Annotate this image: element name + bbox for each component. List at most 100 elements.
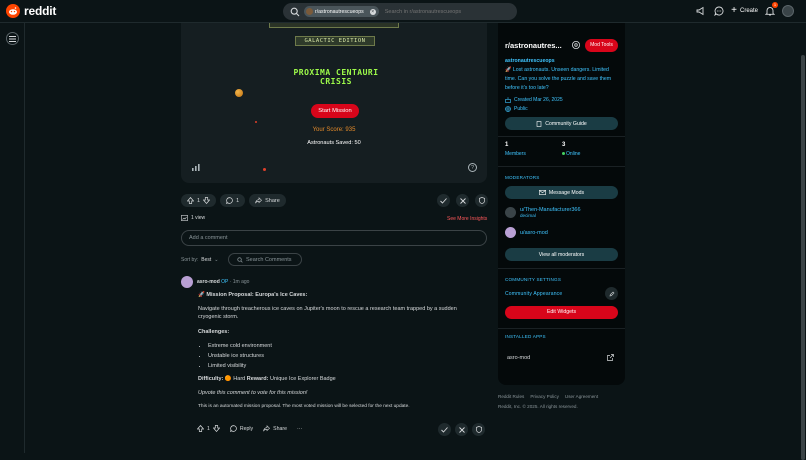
comment-vote-count: 1 [207,425,210,432]
community-description: 🚀 Lost astronauts. Unseen dangers. Limit… [505,67,612,91]
moderator-item[interactable]: u/Then-Manufacturer366 decimal [505,207,581,218]
menu-icon [9,35,16,42]
divider [498,328,625,329]
vote-prompt: Upvote this comment to vote for this mis… [198,390,308,396]
challenges-list: Extreme cold environment Unstable ice st… [198,342,478,370]
community-guide-button[interactable]: Community Guide [505,117,618,130]
reply-button[interactable]: Reply [229,425,254,432]
add-comment-input[interactable]: Add a comment [181,230,487,246]
created-date: Created Mar 26, 2025 [505,97,563,103]
op-badge: OP [221,279,229,285]
footer-link-privacy[interactable]: Privacy Policy [530,394,559,399]
planet-orange [235,89,243,97]
book-icon [536,120,542,127]
comments-button[interactable]: 1 [220,194,246,207]
scrollbar[interactable] [800,23,806,460]
notifications-button[interactable]: 1 [764,2,778,17]
advertise-icon[interactable] [695,5,707,17]
vote-control: 1 [181,194,217,207]
approve-button[interactable] [438,423,451,436]
list-item: Unstable ice structures [208,352,478,360]
edit-widgets-button[interactable]: Edit Widgets [505,306,618,319]
remove-button[interactable] [455,423,468,436]
subreddit-filter-chip[interactable]: r/astronautrescueops × [304,6,379,17]
see-more-insights-link[interactable]: See More Insights [447,216,487,222]
reddit-logo[interactable]: reddit [6,4,56,18]
search-comments-label: Search Comments [246,256,292,263]
search-icon [290,7,300,16]
moderator-item[interactable]: u/asro-mod [505,227,548,238]
members-count: 1 [505,142,509,148]
downvote-icon[interactable] [212,425,220,432]
mission-description: Navigate through treacherous ice caves o… [198,306,457,320]
avatar[interactable] [181,276,193,288]
upvote-icon[interactable] [187,197,194,204]
difficulty-value: 🟠 Hard [224,376,246,382]
downvote-icon[interactable] [203,197,211,204]
search-comments-button[interactable]: Search Comments [228,253,302,266]
moderator-name: u/asro-mod [520,229,548,236]
remove-button[interactable] [456,194,469,207]
mod-tools-button[interactable]: Mod Tools [585,39,618,52]
sort-value: Best [201,257,212,263]
edit-appearance-button[interactable] [605,287,618,300]
top-right-actions: + Create 1 [695,2,794,17]
visibility: Public [505,106,528,112]
visibility-text: Public [514,106,528,112]
scrollbar-thumb[interactable] [801,55,805,460]
comment-mod-actions [438,423,485,436]
message-mods-button[interactable]: Message Mods [505,186,618,199]
mission-title: 🚀 Mission Proposal: Europa's Ice Caves: [198,292,308,298]
upvote-icon[interactable] [197,425,204,432]
close-icon [459,197,466,204]
difficulty-line: Difficulty: 🟠 Hard Reward: Unique Ice Ex… [198,375,478,383]
comment-action-bar: 1 Reply Share ··· [197,425,302,432]
insights-icon [181,215,188,221]
chat-icon[interactable] [713,5,725,17]
star-red-2 [263,168,266,171]
reward-value: Unique Ice Explorer Badge [269,376,336,382]
moderator-flair: decimal [520,213,536,218]
check-icon [441,426,448,433]
user-avatar[interactable] [782,5,794,17]
post-mod-actions [437,194,488,207]
comment-share-button[interactable]: Share [263,425,287,432]
search-input[interactable] [384,8,505,15]
footer-link-agreement[interactable]: User Agreement [565,394,598,399]
more-options-button[interactable]: ··· [297,426,302,432]
external-link-icon[interactable] [607,354,614,361]
subreddit-avatar [306,8,313,15]
installed-app-name[interactable]: asro-mod [507,355,530,361]
edition-badge: GALACTIC EDITION [295,36,375,46]
clear-chip-icon[interactable]: × [369,8,376,15]
sidebar-toggle-button[interactable] [6,32,19,45]
view-count-text: 1 view [191,215,206,221]
comment-author[interactable]: asro-mod [197,279,220,285]
view-all-moderators-button[interactable]: View all moderators [505,248,618,261]
installed-apps-heading: INSTALLED APPS [505,334,546,339]
share-label: Share [265,197,280,204]
members-label: Members [505,151,526,157]
community-guide-label: Community Guide [545,120,587,127]
mod-shield-button[interactable] [475,194,488,207]
approve-button[interactable] [437,194,450,207]
sort-control[interactable]: Sort by: Best ⌄ [181,257,218,263]
create-button[interactable]: + Create [731,5,758,16]
reply-label: Reply [239,425,254,432]
footer-link-rules[interactable]: Reddit Rules [498,394,524,399]
comment-icon [229,425,237,432]
start-mission-button[interactable]: Start Mission [311,104,359,118]
plus-icon: + [731,5,737,16]
list-item: Limited visibility [208,362,478,370]
share-button[interactable]: Share [249,194,286,207]
reward-label: Reward: [246,376,269,382]
view-count: 1 view [181,215,205,221]
help-icon[interactable]: ? [468,163,477,172]
leaderboard-icon[interactable] [192,164,200,171]
sort-label: Sort by: [181,257,199,263]
gear-icon[interactable] [571,40,581,50]
comment-share-label: Share [273,425,287,432]
mod-shield-button[interactable] [472,423,485,436]
game-embed[interactable]: GALACTIC EDITION PROXIMA CENTAURI CRISIS… [181,23,487,183]
search-bar[interactable]: r/astronautrescueops × [283,3,517,20]
